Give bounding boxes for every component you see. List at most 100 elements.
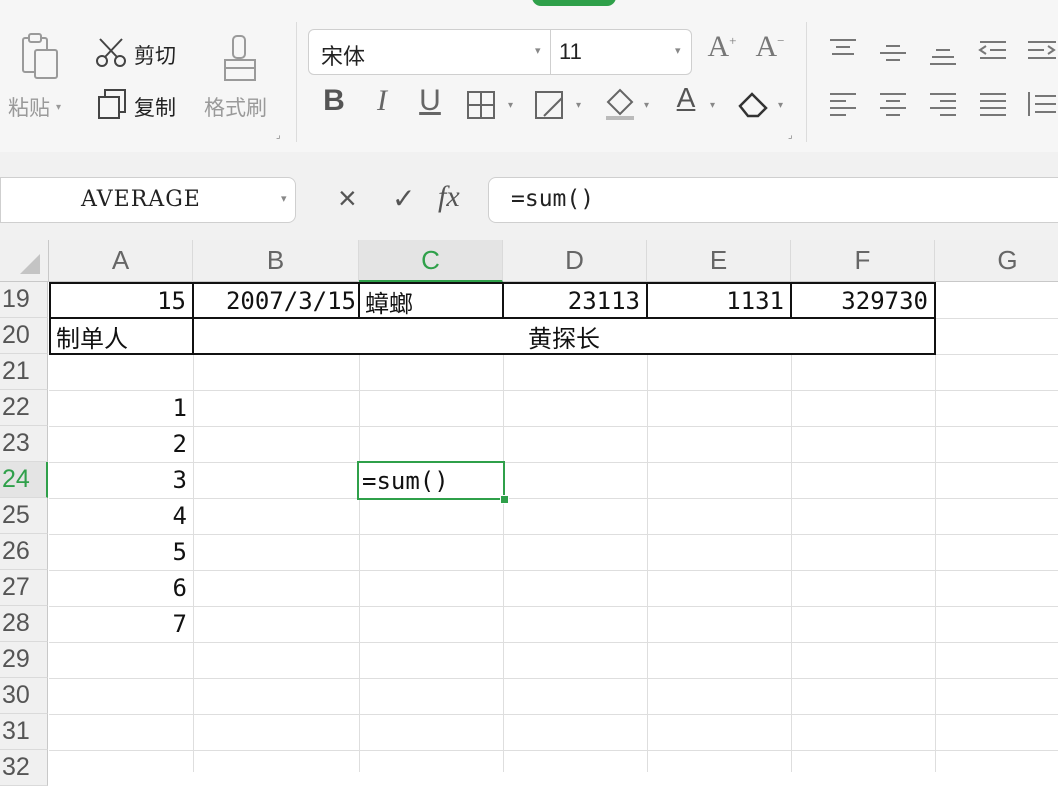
column-header-d[interactable]: D xyxy=(503,240,647,282)
cell-a23[interactable]: 2 xyxy=(49,426,193,462)
spreadsheet-grid: A B C D E F G 19 20 21 22 23 24 25 26 27… xyxy=(0,240,1058,786)
cell-d19[interactable]: 23113 xyxy=(504,284,646,318)
chevron-down-icon[interactable]: ▾ xyxy=(675,44,681,57)
row-header-25[interactable]: 25 xyxy=(0,498,48,534)
row-header-21[interactable]: 21 xyxy=(0,354,48,390)
cell-a27[interactable]: 6 xyxy=(49,570,193,606)
cell-a20[interactable]: 制单人 xyxy=(51,319,192,353)
divider xyxy=(806,22,807,142)
fill-color-icon[interactable] xyxy=(602,86,638,127)
column-header-a[interactable]: A xyxy=(49,240,193,282)
confirm-icon[interactable]: ✓ xyxy=(392,182,415,215)
clipboard-expand-icon[interactable]: ⌟ xyxy=(276,130,281,141)
chevron-down-icon[interactable]: ▾ xyxy=(778,100,783,111)
row-header-27[interactable]: 27 xyxy=(0,570,48,606)
cell-a19[interactable]: 15 xyxy=(51,284,192,318)
row-header-32[interactable]: 32 xyxy=(0,750,48,786)
gridline xyxy=(359,282,360,772)
cell-a28[interactable]: 7 xyxy=(49,606,193,642)
cell-a26[interactable]: 5 xyxy=(49,534,193,570)
row-header-31[interactable]: 31 xyxy=(0,714,48,750)
chevron-down-icon[interactable]: ▾ xyxy=(710,100,715,111)
cancel-icon[interactable]: × xyxy=(338,180,357,217)
name-box-value: AVERAGE xyxy=(81,187,201,212)
increase-indent-icon[interactable] xyxy=(1026,40,1058,71)
increase-font-icon: A xyxy=(707,30,730,63)
align-top-icon[interactable] xyxy=(828,38,858,69)
column-header-f[interactable]: F xyxy=(791,240,935,282)
cell-b20-merged[interactable]: 黄探长 xyxy=(194,319,934,353)
align-middle-icon[interactable] xyxy=(878,44,908,75)
font-name-value: 宋体 xyxy=(321,44,366,69)
align-center-icon[interactable] xyxy=(878,92,908,123)
gridline xyxy=(935,282,936,772)
select-all-corner[interactable] xyxy=(0,240,49,282)
paste-icon[interactable] xyxy=(20,32,60,82)
gridline xyxy=(647,282,648,772)
align-right-icon[interactable] xyxy=(928,92,958,123)
row-header-26[interactable]: 26 xyxy=(0,534,48,570)
copy-label: 复制 xyxy=(134,97,176,120)
active-cell-c24[interactable]: =sum() xyxy=(357,461,505,500)
row-header-30[interactable]: 30 xyxy=(0,678,48,714)
font-size-select[interactable]: 11 ▾ xyxy=(550,29,692,75)
insert-function-button[interactable]: fx xyxy=(438,180,460,214)
paste-label: 粘贴 xyxy=(8,97,50,120)
column-header-c[interactable]: C xyxy=(359,240,503,282)
cell-c19[interactable]: 蟑螂 xyxy=(360,284,502,318)
row-header-23[interactable]: 23 xyxy=(0,426,48,462)
row-header-22[interactable]: 22 xyxy=(0,390,48,426)
fill-handle[interactable] xyxy=(500,495,509,504)
align-left-icon[interactable] xyxy=(828,92,858,123)
gridline xyxy=(49,498,1058,499)
gridline xyxy=(49,750,1058,751)
column-header-e[interactable]: E xyxy=(647,240,791,282)
chevron-down-icon[interactable]: ▾ xyxy=(576,100,581,111)
borders-icon[interactable] xyxy=(466,90,496,125)
format-painter-button[interactable]: 格式刷 xyxy=(204,92,267,122)
fill-style-icon[interactable] xyxy=(534,90,568,125)
row-header-20[interactable]: 20 xyxy=(0,318,48,354)
cut-button[interactable]: 剪切 xyxy=(94,36,176,74)
font-name-select[interactable]: 宋体 ▾ xyxy=(308,29,552,75)
font-expand-icon[interactable]: ⌟ xyxy=(788,130,793,141)
gridline xyxy=(49,426,1058,427)
chevron-down-icon[interactable]: ▾ xyxy=(644,100,649,111)
paste-button[interactable]: 粘贴 ▾ xyxy=(8,92,61,122)
cell-a24[interactable]: 3 xyxy=(49,462,193,498)
cell-b19[interactable]: 2007/3/15 xyxy=(194,284,358,318)
underline-button[interactable]: U xyxy=(412,84,448,118)
column-header-g[interactable]: G xyxy=(935,240,1058,282)
formula-input[interactable]: =sum() xyxy=(488,177,1058,223)
format-painter-icon[interactable] xyxy=(220,34,260,84)
italic-button[interactable]: I xyxy=(364,84,400,118)
decrease-indent-icon[interactable] xyxy=(978,40,1008,71)
bold-button[interactable]: B xyxy=(316,84,352,118)
table-border xyxy=(49,353,936,355)
chevron-down-icon[interactable]: ▾ xyxy=(508,100,513,111)
row-header-24[interactable]: 24 xyxy=(0,462,48,498)
cell-a22[interactable]: 1 xyxy=(49,390,193,426)
font-color-icon: A xyxy=(676,82,696,113)
row-header-28[interactable]: 28 xyxy=(0,606,48,642)
chevron-down-icon[interactable]: ▾ xyxy=(56,102,61,113)
formula-bar: AVERAGE ▾ × ✓ fx =sum() xyxy=(0,152,1058,240)
chevron-down-icon[interactable]: ▾ xyxy=(535,44,541,57)
name-box[interactable]: AVERAGE ▾ xyxy=(0,177,296,223)
row-header-19[interactable]: 19 xyxy=(0,282,48,318)
align-bottom-icon[interactable] xyxy=(928,48,958,79)
row-header-29[interactable]: 29 xyxy=(0,642,48,678)
justify-icon[interactable] xyxy=(978,92,1008,123)
font-color-button[interactable]: A xyxy=(668,82,704,114)
decrease-font-size-button[interactable]: A− xyxy=(752,30,788,64)
cell-f19[interactable]: 329730 xyxy=(792,284,934,318)
eraser-icon[interactable] xyxy=(736,88,772,125)
column-header-b[interactable]: B xyxy=(193,240,359,282)
scissors-icon xyxy=(94,36,128,74)
copy-button[interactable]: 复制 xyxy=(96,88,176,126)
chevron-down-icon[interactable]: ▾ xyxy=(281,192,287,205)
cell-e19[interactable]: 1131 xyxy=(648,284,790,318)
distributed-align-icon[interactable] xyxy=(1026,90,1058,123)
increase-font-size-button[interactable]: A+ xyxy=(704,30,740,64)
cell-a25[interactable]: 4 xyxy=(49,498,193,534)
